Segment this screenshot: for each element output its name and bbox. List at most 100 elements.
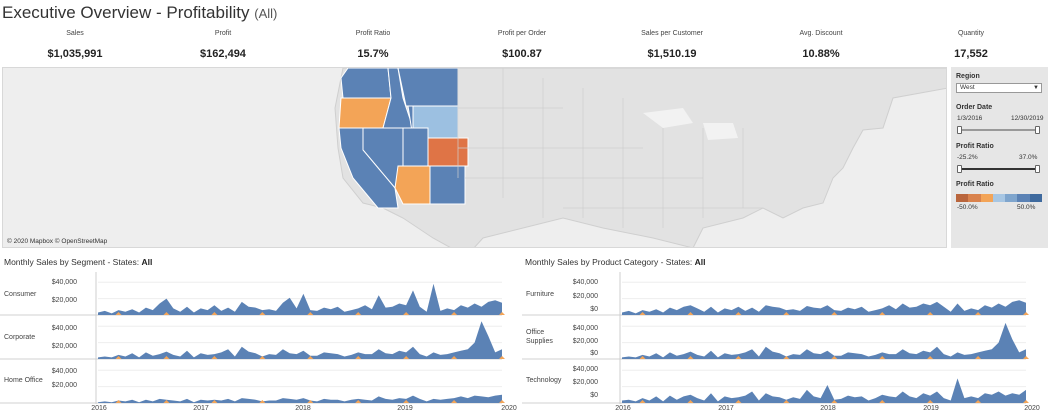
profit-ratio-slider-min-handle[interactable] xyxy=(957,165,962,173)
category-area-chart[interactable]: Furniture Office Supplies Technology $40… xyxy=(522,270,1050,418)
kpi-profit-per-order: Profit per Order $100.87 xyxy=(457,30,587,60)
x-tick: 2020 xyxy=(501,405,517,412)
kpi-value: $1,510.19 xyxy=(647,48,697,60)
row-label-office-supplies: Office Supplies xyxy=(526,329,553,345)
y-tick: $20,000 xyxy=(51,343,77,350)
legend-min: -50.0% xyxy=(957,204,978,211)
area-series-technology xyxy=(622,378,1026,403)
region-dropdown[interactable]: West ▼ xyxy=(956,83,1042,93)
order-date-end: 12/30/2019 xyxy=(1011,115,1044,122)
map-credit: © 2020 Mapbox © OpenStreetMap xyxy=(7,238,108,245)
area-series-consumer xyxy=(98,283,502,315)
row-label-corporate: Corporate xyxy=(4,334,36,341)
y-tick: $0 xyxy=(590,392,598,399)
y-tick: $20,000 xyxy=(572,379,598,386)
filter-panel: Region West ▼ Order Date 1/3/2016 12/30/… xyxy=(951,67,1048,248)
y-tick: $0 xyxy=(590,306,598,313)
y-tick: $40,000 xyxy=(572,325,598,332)
legend-swatch xyxy=(1017,194,1030,202)
profit-ratio-slider-track[interactable] xyxy=(959,168,1039,170)
kpi-avg-discount: Avg. Discount 10.88% xyxy=(756,30,886,60)
kpi-profit: Profit $162,494 xyxy=(158,30,288,60)
order-date-start: 1/3/2016 xyxy=(957,115,983,122)
y-tick: $0 xyxy=(590,350,598,357)
kpi-label: Sales per Customer xyxy=(641,30,703,37)
category-chart-title: Monthly Sales by Product Category - Stat… xyxy=(525,257,706,267)
kpi-profit-ratio: Profit Ratio 15.7% xyxy=(308,30,438,60)
dashboard-title-text: Executive Overview - Profitability xyxy=(2,3,250,22)
row-label-technology: Technology xyxy=(526,377,562,384)
us-map[interactable]: © 2020 Mapbox © OpenStreetMap xyxy=(2,67,947,248)
legend-swatch xyxy=(992,194,1006,202)
x-tick: 2019 xyxy=(923,405,939,412)
kpi-value: 15.7% xyxy=(357,48,389,60)
legend-max: 50.0% xyxy=(1017,204,1036,211)
kpi-value: $162,494 xyxy=(200,48,246,60)
profit-ratio-legend-label: Profit Ratio xyxy=(956,181,994,188)
area-series-furniture xyxy=(622,300,1026,315)
x-tick: 2016 xyxy=(615,405,631,412)
dashboard-title: Executive Overview - Profitability (All) xyxy=(2,3,277,23)
kpi-sales: Sales $1,035,991 xyxy=(10,30,140,60)
x-tick: 2018 xyxy=(820,405,836,412)
y-tick: $40,000 xyxy=(51,368,77,375)
kpi-label: Profit xyxy=(214,30,232,37)
area-series-office-supplies xyxy=(622,322,1026,359)
y-tick: $20,000 xyxy=(51,382,77,389)
category-chart-svg xyxy=(522,272,1029,404)
region-dropdown-value: West xyxy=(960,84,975,91)
y-tick: $40,000 xyxy=(51,279,77,286)
segment-chart-title-value: All xyxy=(141,257,153,267)
x-tick: 2020 xyxy=(1024,405,1040,412)
order-date-slider-end-handle[interactable] xyxy=(1035,126,1040,134)
kpi-quantity: Quantity 17,552 xyxy=(906,30,1036,60)
legend-swatch xyxy=(956,194,969,202)
kpi-value: 10.88% xyxy=(802,48,840,60)
state-montana xyxy=(397,68,459,107)
kpi-value: $100.87 xyxy=(502,48,542,60)
y-tick: $40,000 xyxy=(572,279,598,286)
profit-ratio-max: 37.0% xyxy=(1019,154,1038,161)
profit-ratio-min: -25.2% xyxy=(957,154,978,161)
us-map-svg xyxy=(334,68,946,247)
kpi-label: Quantity xyxy=(957,30,985,37)
y-tick: $20,000 xyxy=(51,297,77,304)
area-series-corporate xyxy=(98,321,502,359)
category-chart-title-value: All xyxy=(694,257,706,267)
state-arizona xyxy=(394,165,431,205)
x-tick: 2018 xyxy=(295,405,311,412)
order-date-slider-start-handle[interactable] xyxy=(957,126,962,134)
state-new-mexico xyxy=(429,165,466,205)
kpi-label: Avg. Discount xyxy=(799,30,843,37)
state-oregon xyxy=(338,97,392,129)
y-tick: $40,000 xyxy=(572,366,598,373)
profit-ratio-color-legend xyxy=(956,194,1042,202)
segment-chart-svg xyxy=(0,272,505,404)
dashboard-title-filter: (All) xyxy=(254,6,278,21)
x-tick: 2016 xyxy=(91,405,107,412)
x-tick: 2017 xyxy=(718,405,734,412)
segment-chart-title-text: Monthly Sales by Segment - States: xyxy=(4,257,140,267)
legend-swatch xyxy=(968,194,981,202)
legend-swatch xyxy=(980,194,993,202)
kpi-label: Profit per Order xyxy=(497,30,547,37)
profit-ratio-slider-max-handle[interactable] xyxy=(1035,165,1040,173)
legend-swatch xyxy=(1029,194,1042,202)
order-date-slider-track[interactable] xyxy=(959,129,1039,131)
row-label-furniture: Furniture xyxy=(526,291,555,298)
y-tick: $20,000 xyxy=(572,293,598,300)
state-colorado xyxy=(427,137,469,167)
kpi-label: Profit Ratio xyxy=(355,30,391,37)
kpi-value: $1,035,991 xyxy=(47,48,103,60)
row-label-consumer: Consumer xyxy=(4,291,37,298)
chevron-down-icon: ▼ xyxy=(1033,85,1039,91)
y-tick: $40,000 xyxy=(51,325,77,332)
kpi-label: Sales xyxy=(66,30,84,37)
x-tick: 2017 xyxy=(193,405,209,412)
segment-chart-title: Monthly Sales by Segment - States: All xyxy=(4,257,152,267)
segment-area-chart[interactable]: Consumer Corporate Home Office $40,000 $… xyxy=(0,270,520,418)
profit-ratio-filter-label: Profit Ratio xyxy=(956,143,994,150)
area-series-home-office xyxy=(98,394,502,403)
kpi-value: 17,552 xyxy=(954,48,988,60)
region-filter-label: Region xyxy=(956,73,980,80)
